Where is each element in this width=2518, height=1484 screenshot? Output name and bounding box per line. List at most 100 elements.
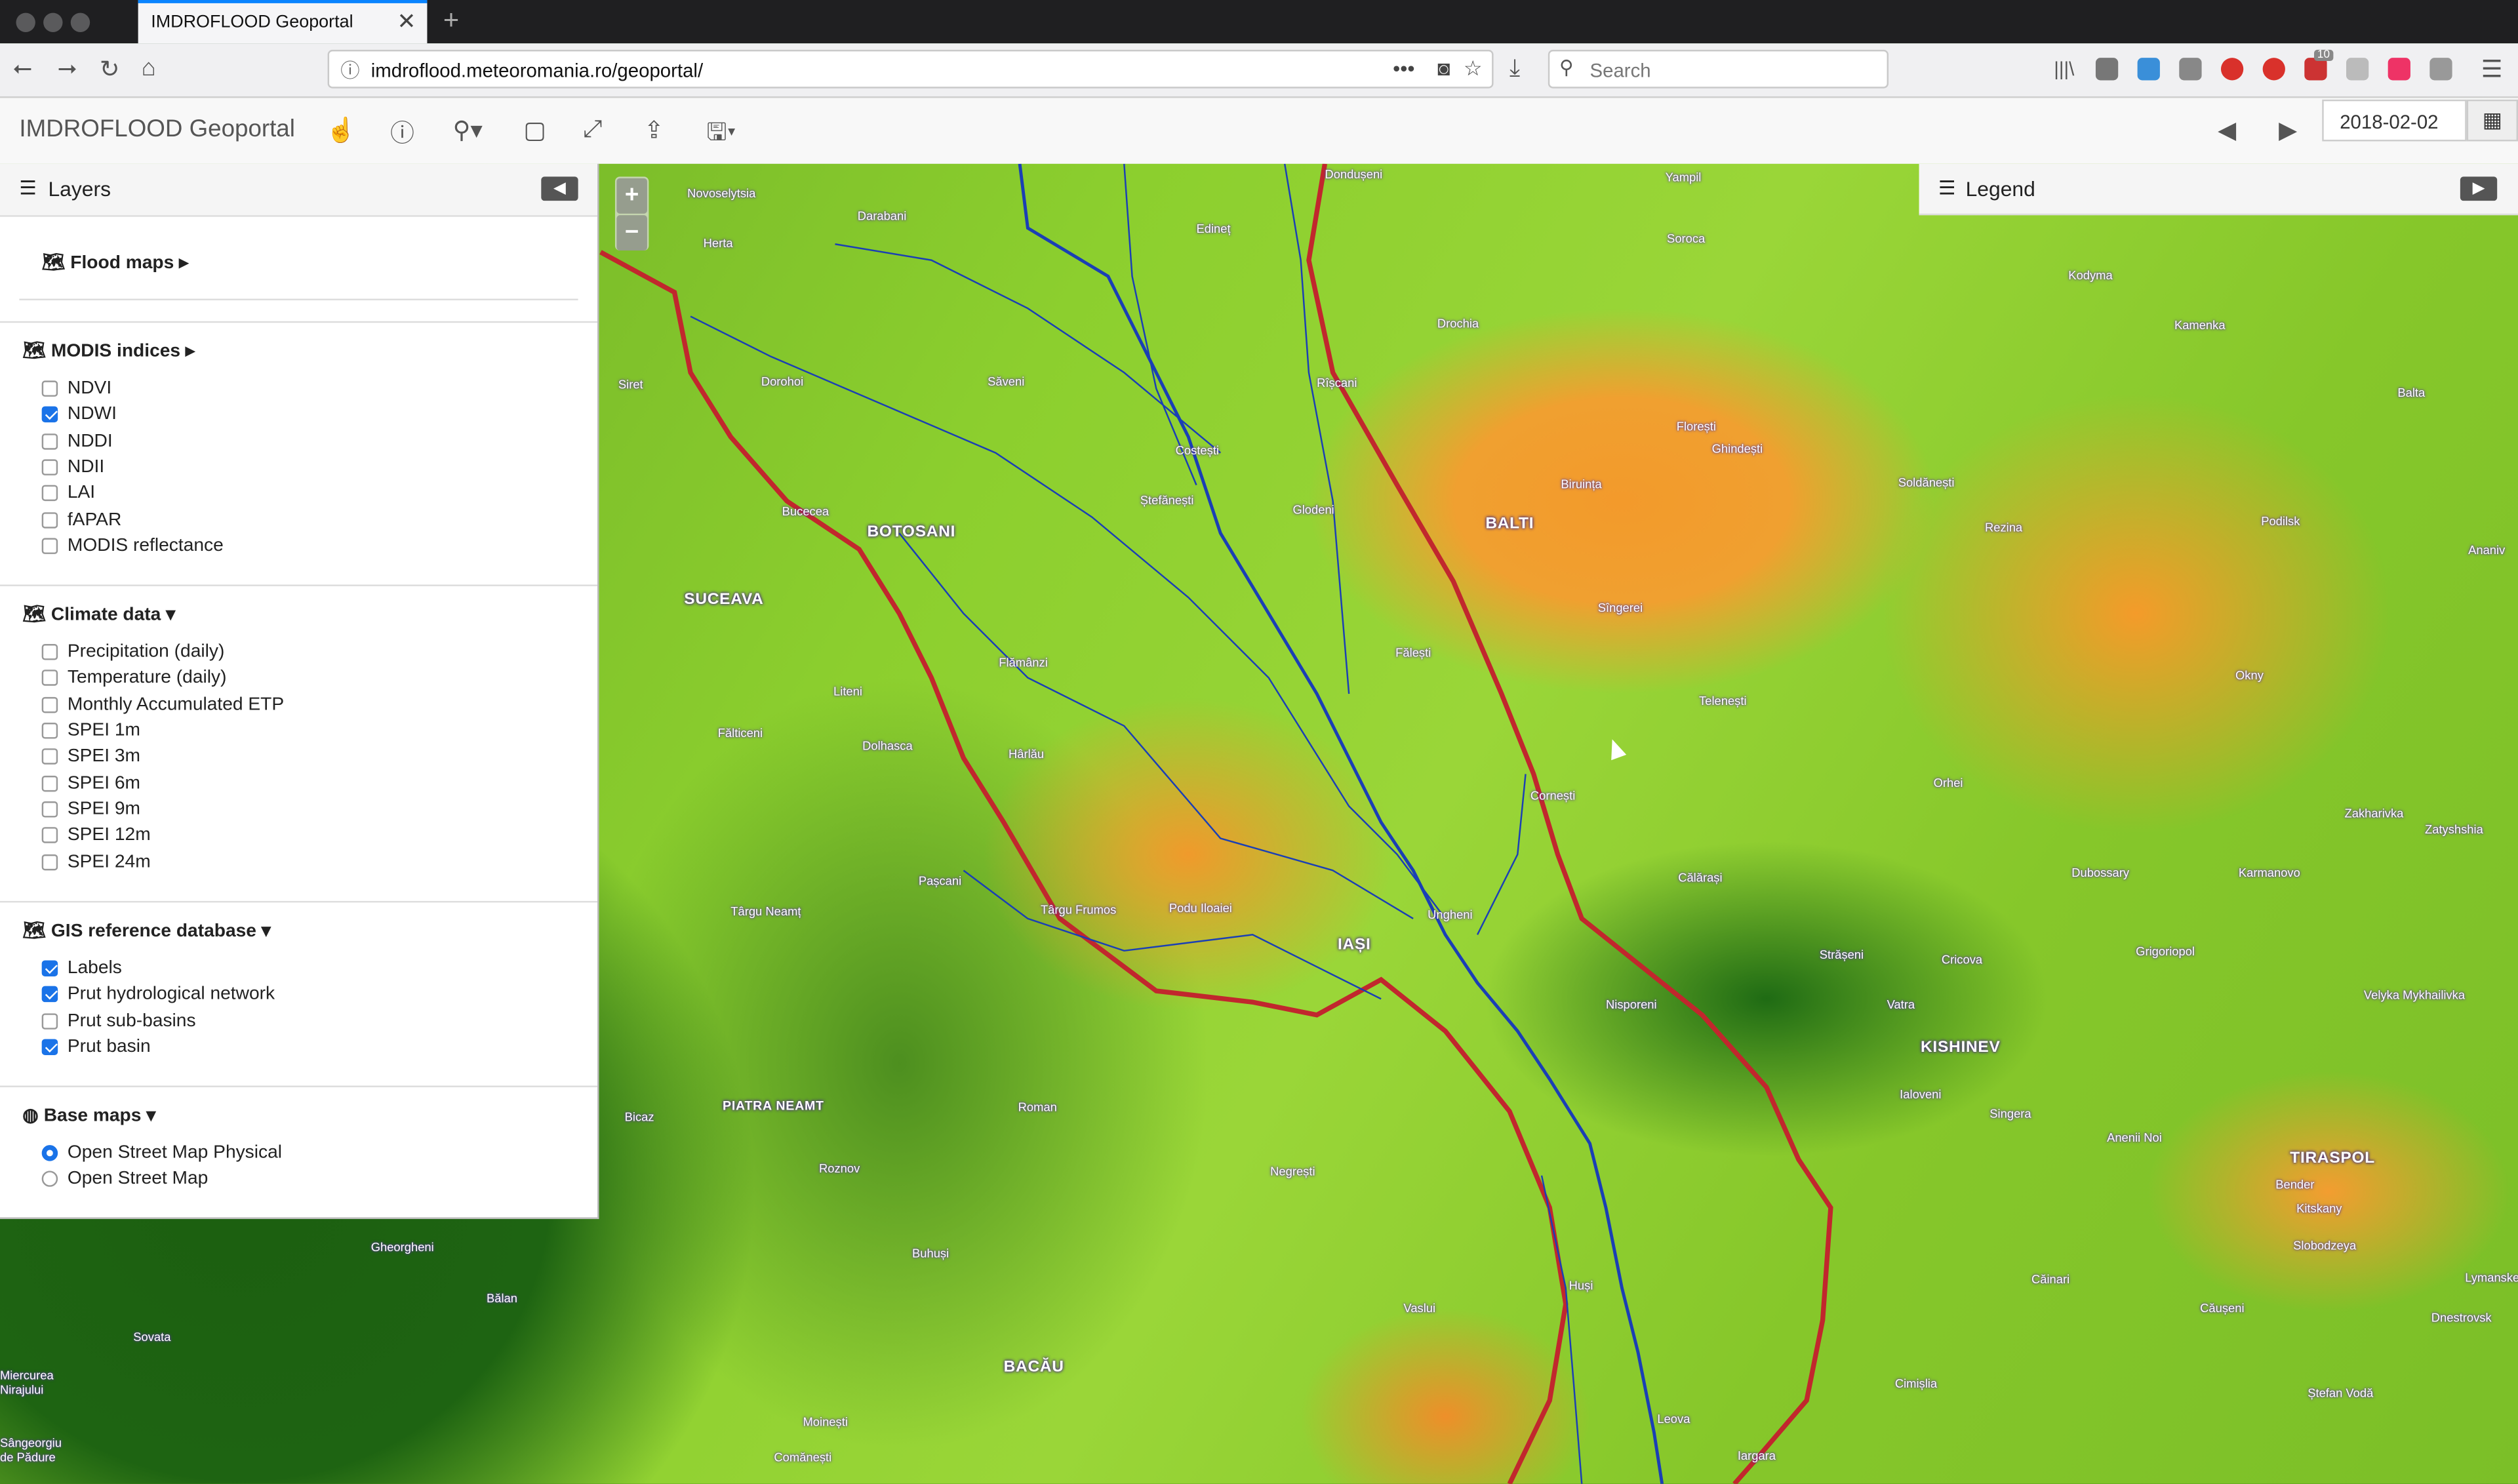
checkbox[interactable]: [41, 827, 58, 843]
upload-icon[interactable]: ⇪: [644, 115, 664, 145]
reader-icon[interactable]: [2346, 58, 2369, 81]
checkbox[interactable]: [41, 854, 58, 871]
checkbox[interactable]: [41, 485, 58, 502]
app-toolbar: IMDROFLOOD Geoportal ☝ ⓘ ⚲▾ ▢ ⤢ ⇪ 🖫▾ ◀ ▶…: [0, 98, 2518, 166]
checkbox[interactable]: [41, 748, 58, 765]
opera-icon[interactable]: [2220, 58, 2244, 81]
map-icon: 🗺: [22, 605, 51, 625]
search-dropdown-icon[interactable]: ⚲▾: [453, 115, 483, 145]
radio-button[interactable]: [41, 1145, 58, 1161]
checkbox[interactable]: [41, 406, 58, 423]
checkbox[interactable]: [41, 723, 58, 739]
cors-icon[interactable]: [2388, 58, 2410, 81]
next-date-icon[interactable]: ▶: [2279, 115, 2297, 145]
close-window-button[interactable]: [16, 12, 35, 32]
section-base-maps[interactable]: ◍ Base maps ▾: [22, 1103, 155, 1125]
place-label: Orhei: [1933, 775, 1963, 790]
url-text: imdroflood.meteoromania.ro/geoportal/: [370, 59, 704, 82]
checkbox[interactable]: [41, 670, 58, 686]
section-modis-indices[interactable]: 🗺 MODIS indices ▸: [22, 339, 195, 361]
checkbox[interactable]: [41, 1039, 58, 1055]
info-icon[interactable]: ⓘ: [390, 115, 414, 149]
basemap-label: Open Street Map Physical: [67, 1143, 283, 1163]
pan-hand-icon[interactable]: ☝: [326, 115, 356, 145]
pocket-icon[interactable]: ◙: [1437, 56, 1450, 81]
place-label: Slobodzeya: [2293, 1238, 2357, 1253]
place-label: Hârlău: [1008, 746, 1045, 761]
extension-icon[interactable]: [2137, 58, 2160, 81]
sidebar-icon[interactable]: [2179, 58, 2202, 81]
zoom-in-button[interactable]: +: [616, 178, 647, 214]
checkbox[interactable]: [41, 644, 58, 660]
place-label: Comănești: [774, 1450, 832, 1465]
menu-icon[interactable]: ☰: [2481, 54, 2503, 84]
place-label: Balta: [2397, 385, 2426, 400]
layer-label: NDVI: [67, 378, 112, 399]
layer-label: Monthly Accumulated ETP: [67, 695, 285, 715]
map-icon: 🗺: [22, 342, 51, 362]
place-label: Edineț: [1196, 221, 1231, 237]
checkbox[interactable]: [41, 1013, 58, 1030]
checkbox[interactable]: [41, 459, 58, 475]
minimize-window-button[interactable]: [43, 12, 63, 32]
place-label: Vatra: [1887, 997, 1915, 1012]
library-icon[interactable]: |||\: [2054, 58, 2074, 80]
layer-label: Precipitation (daily): [67, 642, 225, 662]
checkbox[interactable]: [41, 775, 58, 792]
browser-search-field[interactable]: ⚲ Search: [1548, 49, 1889, 89]
maximize-window-button[interactable]: [70, 12, 90, 32]
fullscreen-icon[interactable]: ⤢: [583, 115, 602, 143]
zoom-out-button[interactable]: −: [616, 215, 647, 251]
reload-icon[interactable]: ↻: [100, 54, 120, 84]
section-gis-reference[interactable]: 🗺 GIS reference database ▾: [22, 919, 271, 941]
place-label: Novoselytsia: [687, 186, 756, 201]
calendar-icon[interactable]: ▦: [2466, 99, 2518, 142]
radio-button[interactable]: [41, 1171, 58, 1187]
place-label: Telenești: [1699, 693, 1747, 709]
checkbox[interactable]: [41, 801, 58, 818]
select-box-icon[interactable]: ▢: [523, 115, 546, 145]
forward-icon[interactable]: ⭢: [58, 54, 77, 82]
list-icon: ☰: [1938, 176, 1956, 199]
place-label: Negrești: [1270, 1164, 1315, 1179]
pen-icon[interactable]: [2429, 58, 2452, 81]
section-climate-data[interactable]: 🗺 Climate data ▾: [22, 602, 175, 624]
checkbox[interactable]: [41, 696, 58, 713]
back-icon[interactable]: ⭠: [13, 54, 32, 82]
section-flood-maps[interactable]: 🗺 Flood maps ▸: [42, 251, 189, 273]
checkbox[interactable]: [41, 986, 58, 1003]
new-tab-icon[interactable]: +: [443, 5, 459, 37]
extension-icon[interactable]: [2095, 58, 2119, 81]
checkbox[interactable]: [41, 960, 58, 976]
badge-count: 10: [2314, 49, 2333, 62]
bookmark-star-icon[interactable]: ☆: [1464, 56, 1483, 82]
previous-date-icon[interactable]: ◀: [2218, 115, 2236, 145]
url-bar[interactable]: ⓘ imdroflood.meteoromania.ro/geoportal/ …: [327, 49, 1494, 89]
site-info-icon[interactable]: ⓘ: [340, 56, 359, 84]
place-label: Herta: [703, 236, 733, 251]
checkbox[interactable]: [41, 380, 58, 397]
place-label: Podu Iloaiei: [1169, 900, 1232, 915]
place-label: Buhuși: [912, 1246, 949, 1261]
browser-tab-active[interactable]: IMDROFLOOD Geoportal ✕: [138, 0, 428, 44]
expand-legend-button[interactable]: ▶: [2460, 176, 2498, 201]
place-label: Costești: [1175, 443, 1220, 458]
divider: [0, 584, 598, 586]
mail-icon[interactable]: [2304, 58, 2327, 81]
place-label: Gheorgheni: [370, 1239, 434, 1254]
checkbox[interactable]: [41, 512, 58, 529]
adblock-icon[interactable]: [2262, 58, 2285, 81]
place-label: Darabani: [857, 209, 907, 224]
place-label: Ungheni: [1428, 907, 1473, 922]
download-icon[interactable]: ⤓: [1509, 54, 1520, 82]
home-icon[interactable]: ⌂: [142, 54, 156, 82]
checkbox[interactable]: [41, 433, 58, 450]
page-actions-icon[interactable]: •••: [1393, 56, 1414, 81]
save-dropdown-icon[interactable]: 🖫▾: [707, 115, 736, 155]
close-tab-icon[interactable]: ✕: [397, 8, 416, 35]
place-label: Iargara: [1737, 1448, 1776, 1464]
date-input[interactable]: 2018-02-02: [2322, 99, 2467, 142]
checkbox[interactable]: [41, 538, 58, 554]
place-label: Florești: [1676, 419, 1716, 434]
collapse-layers-button[interactable]: ◀: [541, 176, 578, 201]
